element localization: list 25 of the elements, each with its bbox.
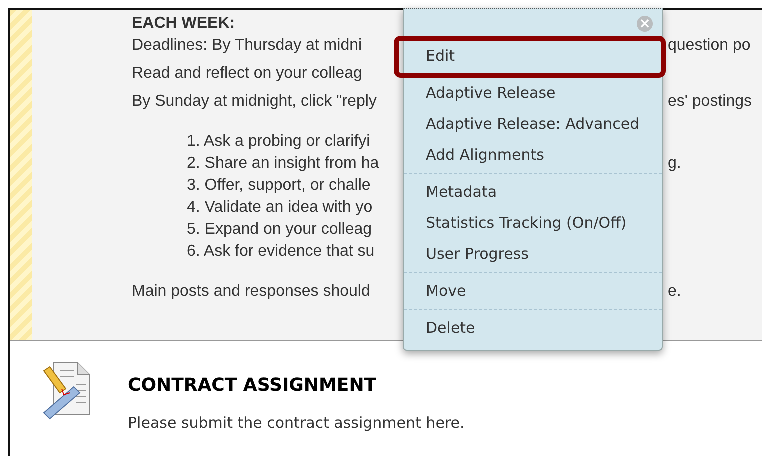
item-description: Please submit the contract assignment here. xyxy=(128,414,465,432)
text-line: 4. Validate an idea with yo xyxy=(186,198,374,218)
text-line: 2. Share an insight from ha xyxy=(186,154,380,174)
text-line: Read and reflect on your colleag xyxy=(132,64,364,84)
text-line: 3. Offer, support, or challe xyxy=(186,176,372,196)
text-line: 5. Expand on your colleag xyxy=(186,220,374,240)
menu-item[interactable]: Metadata xyxy=(404,174,662,207)
menu-item[interactable]: Statistics Tracking (On/Off) xyxy=(404,207,662,238)
text-line: e. xyxy=(668,282,682,302)
section-heading: EACH WEEK: xyxy=(132,14,236,34)
text-line: g. xyxy=(668,154,682,174)
text-line: 1. Ask a probing or clarifyi xyxy=(186,132,372,152)
menu-item[interactable]: Adaptive Release: Advanced xyxy=(404,108,662,139)
text-line: Deadlines: By Thursday at midni xyxy=(132,36,364,56)
item-title[interactable]: CONTRACT ASSIGNMENT xyxy=(128,375,465,396)
menu-item[interactable]: Delete xyxy=(404,310,662,346)
menu-item[interactable]: Add Alignments xyxy=(404,139,662,173)
text-line: question po xyxy=(668,36,751,56)
text-line: Main posts and responses should xyxy=(132,282,372,302)
menu-item[interactable]: Move xyxy=(404,273,662,309)
text-line: By Sunday at midnight, click "reply xyxy=(132,92,378,112)
menu-item[interactable]: User Progress xyxy=(404,238,662,272)
text-line: es' postings xyxy=(668,92,752,112)
text-line: 6. Ask for evidence that su xyxy=(186,242,376,262)
menu-item[interactable]: Adaptive Release xyxy=(404,75,662,108)
